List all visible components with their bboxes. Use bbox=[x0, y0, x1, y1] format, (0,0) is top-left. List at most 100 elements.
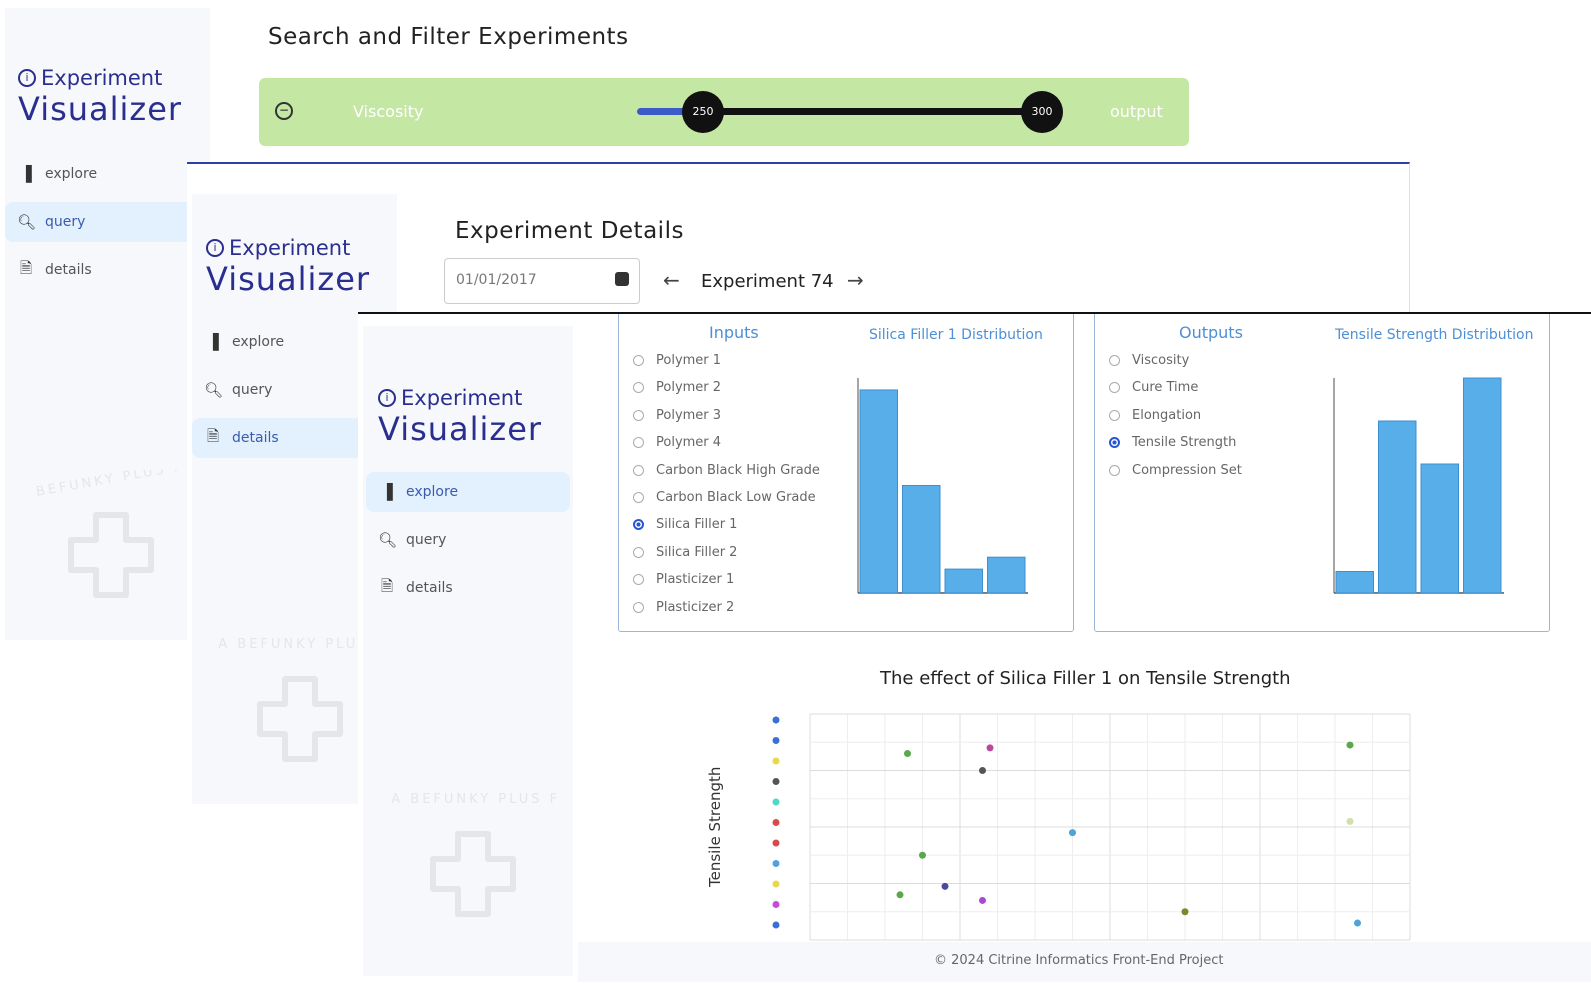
nav-item-explore[interactable]: ▐ explore bbox=[366, 472, 570, 512]
radio-label: Viscosity bbox=[1132, 353, 1190, 368]
radio-option[interactable]: Carbon Black High Grade bbox=[633, 463, 820, 478]
range-track bbox=[699, 108, 1044, 115]
range-handle-min[interactable]: 250 bbox=[682, 91, 724, 133]
watermark-stamp: THIS IS A BEFUNKY PLUS FEATURE bbox=[26, 470, 196, 598]
nav-item-query[interactable]: 🔍︎ query bbox=[192, 370, 382, 410]
scatter-point bbox=[919, 851, 926, 859]
radio-option[interactable]: Polymer 2 bbox=[633, 380, 721, 395]
radio-button[interactable] bbox=[633, 382, 644, 394]
radio-button[interactable] bbox=[1109, 409, 1120, 421]
watermark-stamp: THIS IS A BEFUNKY PLUS FEATURE bbox=[388, 792, 558, 917]
scatter-point bbox=[1181, 908, 1189, 916]
radio-option[interactable]: Viscosity bbox=[1109, 353, 1189, 368]
radio-option[interactable]: Plasticizer 1 bbox=[633, 572, 734, 587]
radio-option[interactable]: Polymer 4 bbox=[633, 435, 721, 450]
experiment-label: Experiment 74 bbox=[701, 271, 834, 292]
radio-option[interactable]: Polymer 3 bbox=[633, 408, 721, 423]
radio-button[interactable] bbox=[633, 519, 644, 531]
radio-option[interactable]: Cure Time bbox=[1109, 380, 1198, 395]
radio-button[interactable] bbox=[633, 574, 644, 586]
scatter-point bbox=[904, 750, 911, 758]
search-icon: 🔍︎ bbox=[378, 531, 398, 549]
scatter-point bbox=[896, 891, 904, 899]
scatter-point bbox=[979, 896, 986, 904]
legend-marker bbox=[772, 880, 780, 888]
scatter-point bbox=[1069, 829, 1076, 837]
brand-logo: i Experiment Visualizer bbox=[378, 386, 542, 448]
radio-option[interactable]: Tensile Strength bbox=[1109, 435, 1236, 450]
scatter-point bbox=[941, 882, 949, 890]
nav-item-query[interactable]: 🔍︎ query bbox=[5, 202, 195, 242]
bar bbox=[859, 389, 898, 594]
logo-icon: i bbox=[378, 389, 396, 407]
radio-label: Polymer 3 bbox=[656, 407, 722, 423]
nav-item-details[interactable]: 🗎 details bbox=[366, 568, 570, 608]
radio-button[interactable] bbox=[1109, 382, 1120, 394]
radio-button[interactable] bbox=[633, 601, 644, 613]
brand-line1: Experiment bbox=[229, 236, 351, 260]
nav-label: query bbox=[45, 214, 86, 230]
logo-icon: i bbox=[206, 239, 224, 257]
document-icon: 🗎 bbox=[206, 426, 220, 445]
radio-option[interactable]: Silica Filler 1 bbox=[633, 517, 737, 532]
remove-filter-button[interactable]: − bbox=[275, 102, 293, 120]
radio-button[interactable] bbox=[633, 464, 644, 476]
nav-item-explore[interactable]: ▐ explore bbox=[192, 322, 382, 362]
radio-label: Plasticizer 2 bbox=[656, 599, 735, 615]
scatter-point bbox=[1346, 817, 1354, 825]
nav-label: explore bbox=[45, 166, 98, 182]
radio-button[interactable] bbox=[633, 437, 644, 449]
legend-marker bbox=[772, 716, 780, 724]
legend-marker bbox=[772, 819, 780, 826]
radio-button[interactable] bbox=[1109, 464, 1120, 476]
radio-option[interactable]: Elongation bbox=[1109, 408, 1201, 423]
watermark-text: THIS IS A BEFUNKY PLUS FEATURE bbox=[388, 792, 558, 807]
prev-experiment-button[interactable]: ← bbox=[663, 268, 680, 292]
document-icon: 🗎 bbox=[19, 258, 33, 277]
next-experiment-button[interactable]: → bbox=[847, 268, 864, 292]
nav-item-query[interactable]: 🔍︎ query bbox=[366, 520, 570, 560]
inputs-title: Inputs bbox=[709, 323, 759, 342]
search-icon: 🔍︎ bbox=[204, 381, 224, 399]
explore-window: i Experiment Visualizer ▐ explore 🔍︎ query … bbox=[358, 312, 1591, 989]
document-icon: 🗎 bbox=[380, 576, 394, 595]
range-handle-max[interactable]: 300 bbox=[1021, 91, 1063, 133]
radio-option[interactable]: Polymer 1 bbox=[633, 353, 721, 368]
bar bbox=[1463, 377, 1502, 594]
radio-button[interactable] bbox=[1109, 355, 1120, 366]
output-distribution-chart bbox=[1333, 377, 1504, 594]
nav-label: query bbox=[406, 532, 447, 548]
radio-button[interactable] bbox=[633, 492, 644, 503]
date-value: 01/01/2017 bbox=[456, 272, 537, 288]
brand-logo: i Experiment Visualizer bbox=[206, 236, 370, 298]
nav-label: explore bbox=[406, 484, 459, 500]
nav-item-details[interactable]: 🗎 details bbox=[192, 418, 382, 458]
scatter-title: The effect of Silica Filler 1 on Tensile… bbox=[880, 668, 1291, 689]
radio-button[interactable] bbox=[633, 355, 644, 366]
legend-marker bbox=[772, 798, 780, 806]
logo-icon: i bbox=[18, 69, 36, 87]
radio-button[interactable] bbox=[633, 546, 644, 558]
radio-button[interactable] bbox=[1109, 437, 1120, 449]
radio-label: Silica Filler 2 bbox=[656, 544, 738, 560]
legend-marker bbox=[772, 757, 780, 765]
y-axis-label: Tensile Strength bbox=[706, 767, 724, 888]
radio-option[interactable]: Carbon Black Low Grade bbox=[633, 490, 816, 505]
brand-line1: Experiment bbox=[401, 386, 523, 410]
date-field[interactable]: 01/01/2017 bbox=[444, 258, 640, 304]
radio-option[interactable]: Plasticizer 2 bbox=[633, 600, 734, 615]
radio-option[interactable]: Compression Set bbox=[1109, 463, 1242, 478]
chart-icon: ▐ bbox=[381, 483, 393, 501]
radio-option[interactable]: Silica Filler 2 bbox=[633, 545, 737, 560]
radio-label: Plasticizer 1 bbox=[656, 572, 735, 588]
calendar-icon[interactable] bbox=[615, 272, 629, 286]
nav-item-details[interactable]: 🗎 details bbox=[5, 250, 195, 290]
radio-button[interactable] bbox=[633, 409, 644, 421]
bar bbox=[987, 556, 1026, 594]
radio-label: Cure Time bbox=[1132, 380, 1199, 396]
nav-item-explore[interactable]: ▐ explore bbox=[5, 154, 195, 194]
page-title: Experiment Details bbox=[455, 218, 684, 244]
filter-output-label: output bbox=[1110, 102, 1163, 121]
page-title: Search and Filter Experiments bbox=[268, 24, 629, 50]
brand-line2: Visualizer bbox=[18, 90, 183, 128]
